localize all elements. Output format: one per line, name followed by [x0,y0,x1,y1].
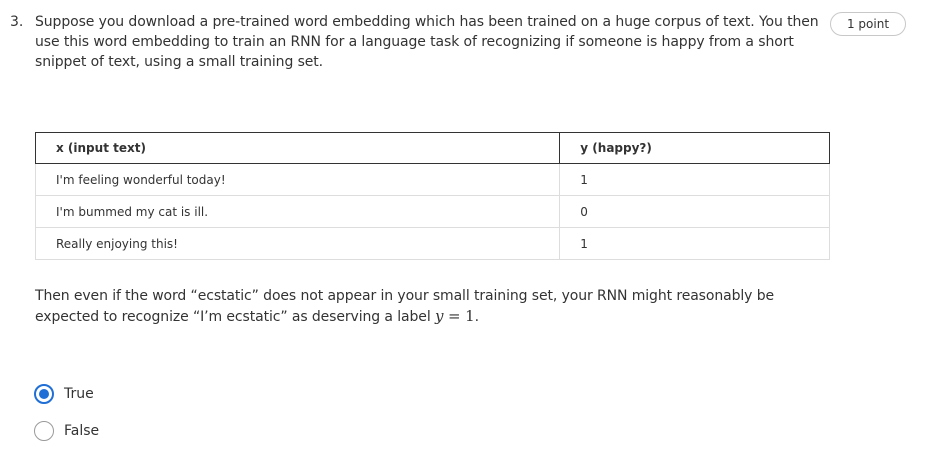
question-number: 3. [10,14,24,30]
math-value: = 1 [443,307,475,325]
table-row: I'm feeling wonderful today! 1 [34,163,830,196]
table-cell-y: 0 [559,195,830,228]
table-cell-y: 1 [559,163,830,196]
option-false[interactable]: False [34,420,99,442]
table-cell-x: I'm bummed my cat is ill. [34,195,561,228]
option-true[interactable]: True [34,383,94,405]
table-row: Really enjoying this! 1 [34,227,830,260]
training-data-table: x (input text) y (happy?) I'm feeling wo… [34,132,830,260]
table-header-row: x (input text) y (happy?) [34,132,830,164]
question-statement: Then even if the word “ecstatic” does no… [35,286,825,327]
table-cell-y: 1 [559,227,830,260]
option-false-label: False [64,423,100,439]
math-expression: y = 1 [435,307,475,325]
radio-unselected-icon[interactable] [34,421,54,441]
table-cell-x: I'm feeling wonderful today! [34,163,561,196]
radio-selected-icon[interactable] [34,384,54,404]
question-text: Suppose you download a pre-trained word … [35,14,819,70]
points-badge: 1 point [830,12,906,36]
option-true-label: True [64,386,94,402]
table-header-y: y (happy?) [559,132,830,164]
table-header-x: x (input text) [34,132,561,164]
statement-end: . [474,309,479,325]
table-row: I'm bummed my cat is ill. 0 [34,195,830,228]
statement-text: Then even if the word “ecstatic” does no… [35,288,775,325]
table-cell-x: Really enjoying this! [34,227,561,260]
